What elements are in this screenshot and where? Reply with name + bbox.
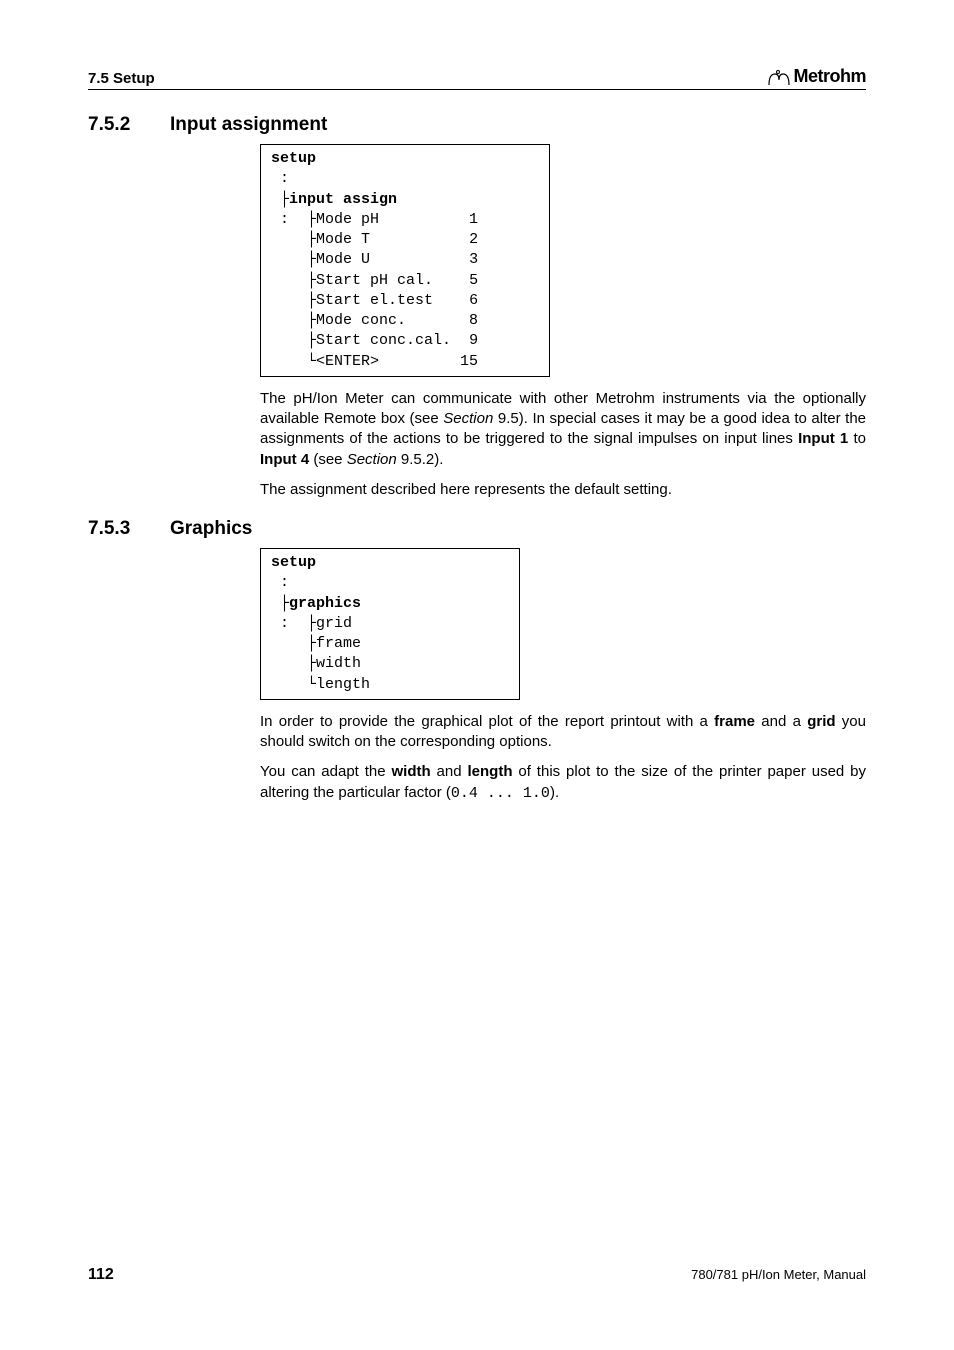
section-number: 7.5.3 xyxy=(88,518,148,540)
header-section-ref: 7.5 Setup xyxy=(88,70,155,87)
paragraph-input-assign-2: The assignment described here represents… xyxy=(260,480,866,500)
brand-name: Metrohm xyxy=(794,66,867,87)
paragraph-graphics-2: You can adapt the width and length of th… xyxy=(260,762,866,804)
footer-doc-ref: 780/781 pH/Ion Meter, Manual xyxy=(691,1267,866,1282)
page-header: 7.5 Setup Metrohm xyxy=(88,66,866,90)
code-box-input-assign: setup : ├input assign : ├Mode pH 1 ├Mode… xyxy=(260,144,550,377)
section-title: Input assignment xyxy=(170,114,327,136)
section-title: Graphics xyxy=(170,518,252,540)
page-footer: 112 780/781 pH/Ion Meter, Manual xyxy=(88,1266,866,1284)
section-number: 7.5.2 xyxy=(88,114,148,136)
paragraph-input-assign-1: The pH/Ion Meter can communicate with ot… xyxy=(260,389,866,470)
paragraph-graphics-1: In order to provide the graphical plot o… xyxy=(260,712,866,753)
section-heading-input-assignment: 7.5.2 Input assignment xyxy=(88,114,866,136)
page-number: 112 xyxy=(88,1266,114,1284)
section-heading-graphics: 7.5.3 Graphics xyxy=(88,518,866,540)
brand-logo: Metrohm xyxy=(768,66,867,87)
code-box-graphics: setup : ├graphics : ├grid ├frame ├width … xyxy=(260,548,520,700)
metrohm-logo-icon xyxy=(768,68,790,86)
